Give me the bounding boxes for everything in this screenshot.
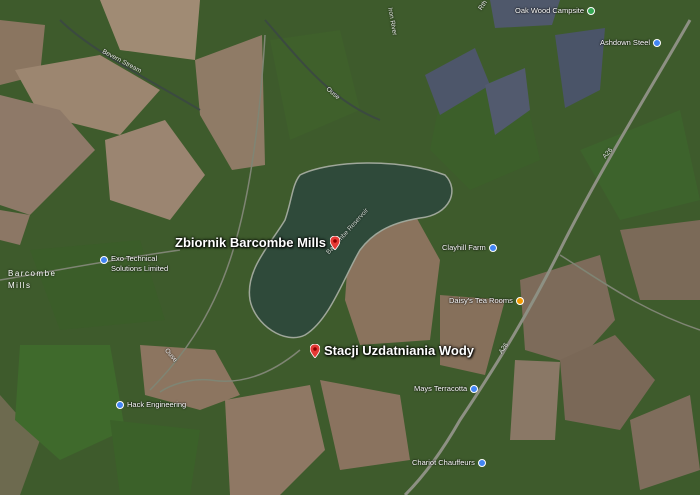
business-pin-icon bbox=[653, 38, 662, 47]
cafe-pin-icon bbox=[515, 296, 524, 305]
poi-oak-wood-campsite[interactable]: Oak Wood Campsite bbox=[515, 6, 596, 15]
station-marker[interactable]: Stacji Uzdatniania Wody bbox=[310, 343, 474, 358]
poi-exo-label-line2: Solutions Limited bbox=[111, 264, 169, 273]
business-pin-icon bbox=[116, 400, 124, 409]
poi-clayhill-label: Clayhill Farm bbox=[442, 243, 486, 252]
business-pin-icon bbox=[477, 458, 486, 467]
business-pin-icon bbox=[100, 256, 108, 264]
poi-oak-wood-label: Oak Wood Campsite bbox=[515, 6, 585, 15]
poi-exo-technical[interactable]: Exo Technical Solutions Limited bbox=[100, 254, 168, 274]
business-pin-icon bbox=[470, 384, 479, 393]
poi-daisy-label: Daisy's Tea Rooms bbox=[449, 296, 513, 305]
poi-ashdown-steel[interactable]: Ashdown Steel bbox=[600, 38, 662, 47]
poi-exo-label: Exo Technical Solutions Limited bbox=[111, 254, 168, 274]
poi-mays-label: Mays Terracotta bbox=[414, 384, 468, 393]
reservoir-marker[interactable]: Zbiornik Barcombe Mills bbox=[175, 235, 340, 250]
reservoir-marker-title: Zbiornik Barcombe Mills bbox=[175, 235, 326, 250]
poi-chariot-chauffeurs[interactable]: Chariot Chauffeurs bbox=[412, 458, 486, 467]
satellite-imagery bbox=[0, 0, 700, 495]
poi-hack-label: Hack Engineering bbox=[127, 400, 187, 409]
poi-daisys-tea-rooms[interactable]: Daisy's Tea Rooms bbox=[449, 296, 524, 305]
poi-clayhill-farm[interactable]: Clayhill Farm bbox=[442, 243, 497, 252]
poi-ashdown-label: Ashdown Steel bbox=[600, 38, 651, 47]
poi-hack-engineering[interactable]: Hack Engineering bbox=[116, 400, 186, 409]
poi-exo-label-line1: Exo Technical bbox=[111, 254, 158, 263]
station-marker-title: Stacji Uzdatniania Wody bbox=[324, 343, 475, 358]
village-label: Barcombe Mills bbox=[8, 268, 56, 292]
campsite-pin-icon bbox=[587, 6, 596, 15]
business-pin-icon bbox=[488, 243, 497, 252]
poi-mays-terracotta[interactable]: Mays Terracotta bbox=[414, 384, 479, 393]
red-map-pin-icon bbox=[310, 343, 320, 358]
village-label-line2: Mills bbox=[8, 281, 32, 290]
village-label-line1: Barcombe bbox=[8, 269, 57, 278]
poi-chariot-label: Chariot Chauffeurs bbox=[412, 458, 475, 467]
satellite-map[interactable]: Bevern Stream Ouse Iron River Rth A26 A2… bbox=[0, 0, 700, 495]
red-map-pin-icon bbox=[329, 235, 340, 250]
